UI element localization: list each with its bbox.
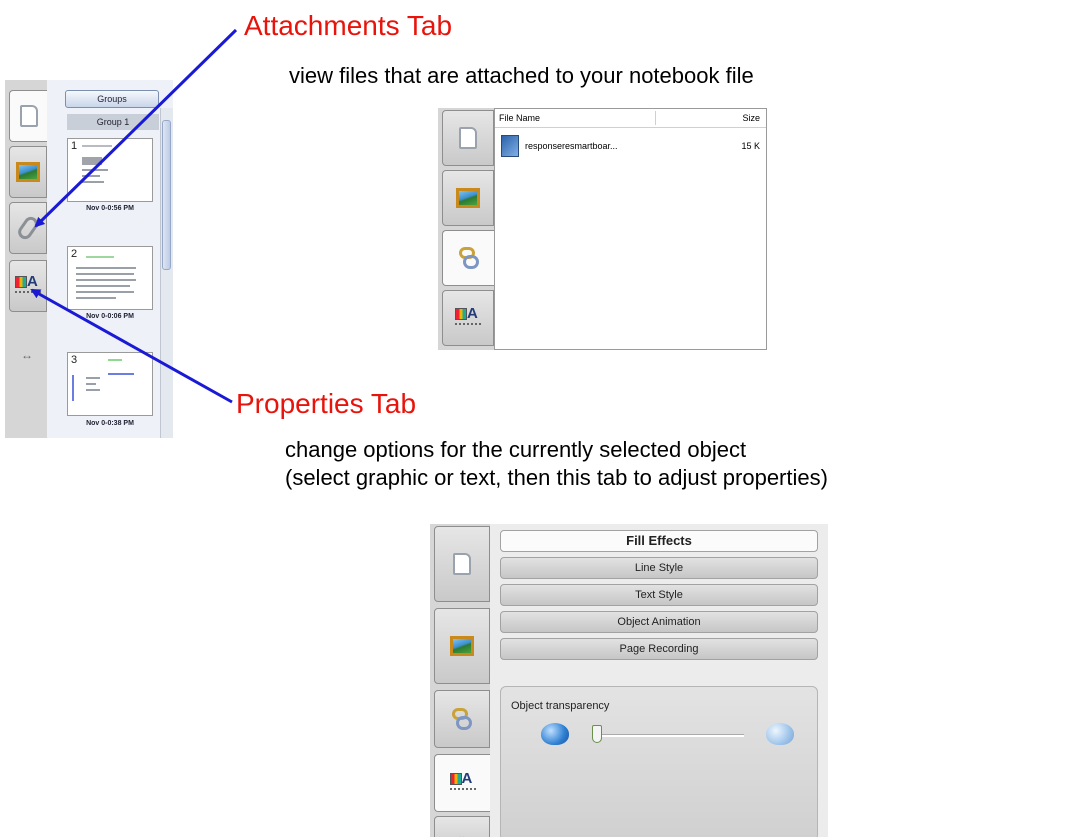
attachments-arrow [34,28,238,228]
callout-arrows [30,28,238,404]
properties-arrow [30,288,233,404]
